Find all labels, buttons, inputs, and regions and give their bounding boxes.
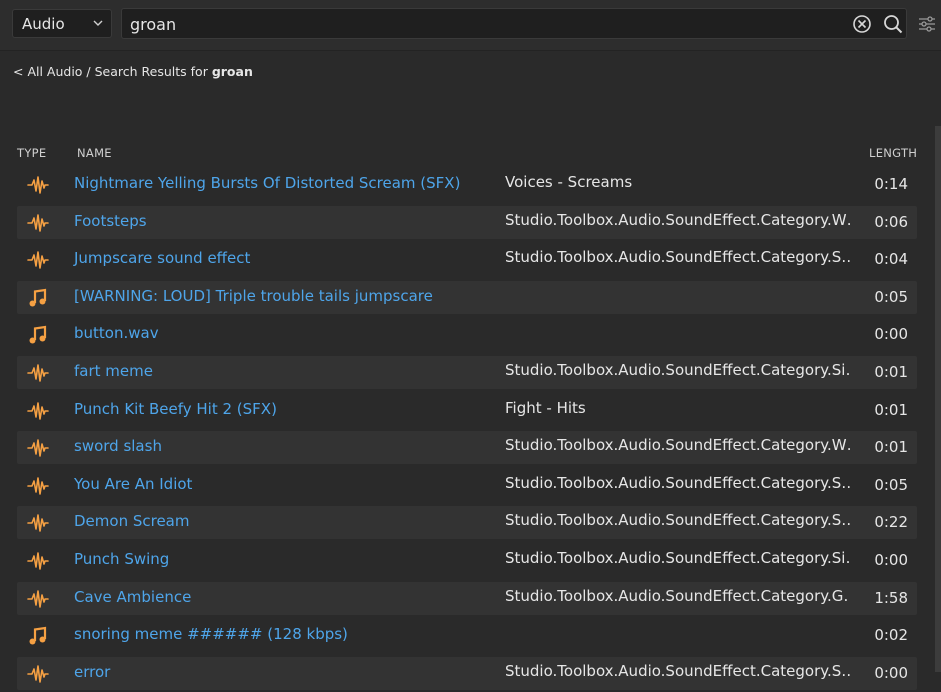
sound-wave-icon <box>27 475 49 497</box>
music-note-icon <box>27 324 49 346</box>
audio-length: 0:06 <box>874 212 908 231</box>
audio-name-link[interactable]: [WARNING: LOUD] Triple trouble tails jum… <box>74 287 433 305</box>
audio-category: Voices - Screams <box>505 173 633 191</box>
category-dropdown-value: Audio <box>22 15 65 33</box>
audio-category: Studio.Toolbox.Audio.SoundEffect.Categor… <box>505 586 850 605</box>
table-row[interactable]: Punch Kit Beefy Hit 2 (SFX) Fight - Hits 0… <box>17 392 917 430</box>
audio-length: 0:05 <box>874 475 908 494</box>
audio-length: 0:04 <box>874 250 908 269</box>
audio-length: 0:14 <box>874 175 908 193</box>
audio-length: 0:01 <box>874 400 908 419</box>
sound-wave-icon <box>27 550 49 572</box>
sound-wave-icon <box>27 362 49 384</box>
breadcrumb-prefix: Search Results for <box>94 64 212 79</box>
audio-length: 0:01 <box>874 438 908 457</box>
column-header-name[interactable]: NAME <box>77 146 112 160</box>
results-list: Nightmare Yelling Bursts Of Distorted Sc… <box>17 166 917 692</box>
search-input[interactable] <box>128 12 832 36</box>
audio-length: 0:22 <box>874 513 908 532</box>
audio-name-link[interactable]: Nightmare Yelling Bursts Of Distorted Sc… <box>74 174 460 192</box>
audio-category: Studio.Toolbox.Audio.SoundEffect.Categor… <box>505 360 850 379</box>
search-field <box>121 8 907 39</box>
table-row[interactable]: Demon Scream Studio.Toolbox.Audio.SoundEf… <box>17 504 917 542</box>
sound-wave-icon <box>27 174 49 196</box>
table-row[interactable]: error Studio.Toolbox.Audio.SoundEffect.Ca… <box>17 655 917 692</box>
sound-wave-icon <box>27 400 49 422</box>
scrollbar[interactable] <box>935 126 941 672</box>
column-header-length[interactable]: LENGTH <box>869 146 917 160</box>
table-row[interactable]: Jumpscare sound effect Studio.Toolbox.Aud… <box>17 241 917 279</box>
audio-length: 0:02 <box>874 626 908 645</box>
audio-category: Studio.Toolbox.Audio.SoundEffect.Categor… <box>505 248 850 267</box>
audio-name-link[interactable]: You Are An Idiot <box>74 475 192 493</box>
audio-length: 0:05 <box>874 287 908 306</box>
table-row[interactable]: [WARNING: LOUD] Triple trouble tails jum… <box>17 279 917 317</box>
breadcrumb: < All Audio / Search Results for groan <box>13 64 253 79</box>
audio-name-link[interactable]: Punch Kit Beefy Hit 2 (SFX) <box>74 400 277 418</box>
sound-wave-icon <box>27 512 49 534</box>
table-row[interactable]: fart meme Studio.Toolbox.Audio.SoundEffec… <box>17 354 917 392</box>
table-row[interactable]: sword slash Studio.Toolbox.Audio.SoundEff… <box>17 429 917 467</box>
breadcrumb-query: groan <box>211 64 253 79</box>
table-row[interactable]: Nightmare Yelling Bursts Of Distorted Sc… <box>17 166 917 204</box>
table-row[interactable]: Cave Ambience Studio.Toolbox.Audio.SoundE… <box>17 580 917 618</box>
audio-length: 0:00 <box>874 550 908 569</box>
audio-length: 1:58 <box>874 588 908 607</box>
audio-name-link[interactable]: snoring meme ###### (128 kbps) <box>74 625 348 643</box>
sound-wave-icon <box>27 588 49 610</box>
audio-name-link[interactable]: Demon Scream <box>74 512 189 530</box>
audio-category: Studio.Toolbox.Audio.SoundEffect.Categor… <box>505 548 850 567</box>
audio-name-link[interactable]: sword slash <box>74 437 162 455</box>
audio-category: Fight - Hits <box>505 398 586 417</box>
sound-wave-icon <box>27 663 49 685</box>
music-note-icon <box>27 625 49 647</box>
audio-name-link[interactable]: Jumpscare sound effect <box>74 249 250 267</box>
audio-name-link[interactable]: fart meme <box>74 362 153 380</box>
column-header-type[interactable]: TYPE <box>17 146 46 160</box>
breadcrumb-separator: / <box>82 64 95 79</box>
audio-name-link[interactable]: Punch Swing <box>74 550 169 568</box>
filter-settings-icon[interactable] <box>917 14 937 34</box>
chevron-down-icon <box>93 20 103 26</box>
audio-name-link[interactable]: button.wav <box>74 324 159 342</box>
sound-wave-icon <box>27 249 49 271</box>
table-row[interactable]: button.wav 0:00 <box>17 316 917 354</box>
table-row[interactable]: Footsteps Studio.Toolbox.Audio.SoundEffec… <box>17 204 917 242</box>
table-row[interactable]: Punch Swing Studio.Toolbox.Audio.SoundEff… <box>17 542 917 580</box>
audio-category: Studio.Toolbox.Audio.SoundEffect.Categor… <box>505 436 850 455</box>
music-note-icon <box>27 287 49 309</box>
clear-search-icon[interactable] <box>851 13 873 35</box>
audio-length: 0:00 <box>874 325 908 344</box>
audio-category: Studio.Toolbox.Audio.SoundEffect.Categor… <box>505 511 850 530</box>
all-audio-link[interactable]: < All Audio <box>13 64 82 79</box>
search-toolbar: Audio <box>0 0 941 51</box>
sound-wave-icon <box>27 212 49 234</box>
search-icon[interactable] <box>882 13 904 35</box>
table-row[interactable]: You Are An Idiot Studio.Toolbox.Audio.Sou… <box>17 467 917 505</box>
sound-wave-icon <box>27 437 49 459</box>
audio-name-link[interactable]: Cave Ambience <box>74 588 191 606</box>
audio-category: Studio.Toolbox.Audio.SoundEffect.Categor… <box>505 661 850 680</box>
audio-name-link[interactable]: Footsteps <box>74 212 147 230</box>
table-row[interactable]: snoring meme ###### (128 kbps) 0:02 <box>17 617 917 655</box>
audio-length: 0:00 <box>874 663 908 682</box>
audio-category: Studio.Toolbox.Audio.SoundEffect.Categor… <box>505 210 850 229</box>
audio-length: 0:01 <box>874 362 908 381</box>
category-dropdown[interactable]: Audio <box>12 9 112 38</box>
audio-category: Studio.Toolbox.Audio.SoundEffect.Categor… <box>505 473 850 492</box>
